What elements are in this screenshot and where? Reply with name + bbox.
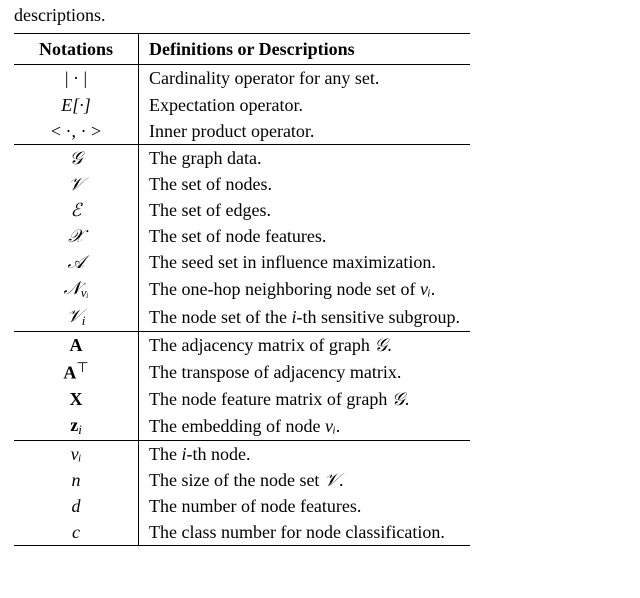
table-row: E[·] Expectation operator. <box>14 92 470 118</box>
table-row: 𝒜 The seed set in influence maximization… <box>14 249 470 275</box>
notation-cell: < ·, · > <box>14 118 139 145</box>
definition-cell: The graph data. <box>139 144 470 171</box>
definition-cell: The seed set in influence maximization. <box>139 249 470 275</box>
table-row: 𝒩vᵢ The one-hop neighboring node set of … <box>14 275 470 303</box>
definition-cell: The transpose of adjacency matrix. <box>139 358 470 385</box>
definition-text: The one-hop neighboring node set of <box>149 279 420 299</box>
table-row: 𝒱i The node set of the i-th sensitive su… <box>14 303 470 332</box>
definition-cell: The size of the node set 𝒱. <box>139 467 470 493</box>
definition-cell: The i-th node. <box>139 440 470 467</box>
table-row: c The class number for node classificati… <box>14 519 470 546</box>
table-row: A The adjacency matrix of graph 𝒢. <box>14 332 470 359</box>
inline-math: vᵢ <box>420 279 431 299</box>
definition-text: The embedding of node <box>149 416 325 436</box>
notation-cell: vᵢ <box>14 440 139 467</box>
definition-text: The adjacency matrix of graph <box>149 335 374 355</box>
notation-math: n <box>72 470 81 490</box>
notation-cell: 𝒜 <box>14 249 139 275</box>
definition-text: The node set of the <box>149 307 291 327</box>
notation-cell: zi <box>14 412 139 441</box>
table-row: 𝒳 The set of node features. <box>14 223 470 249</box>
notation-cell: ℰ <box>14 197 139 223</box>
notation-cell: E[·] <box>14 92 139 118</box>
inline-math: 𝒢 <box>392 389 405 409</box>
notation-cell: 𝒩vᵢ <box>14 275 139 303</box>
definition-text: . <box>336 416 341 436</box>
inline-math: vᵢ <box>325 416 336 436</box>
definition-text: . <box>431 279 436 299</box>
notation-cell: A⊤ <box>14 358 139 385</box>
table-row: X The node feature matrix of graph 𝒢. <box>14 386 470 412</box>
table-row: A⊤ The transpose of adjacency matrix. <box>14 358 470 385</box>
inline-math: 𝒢 <box>374 335 387 355</box>
notation-cell: 𝒱i <box>14 303 139 332</box>
notation-math: A <box>70 335 83 355</box>
notation-math: 𝒳 <box>68 226 83 246</box>
table-row: 𝒱 The set of nodes. <box>14 171 470 197</box>
table-header-row: Notations Definitions or Descriptions <box>14 34 470 65</box>
notation-subscript: i <box>82 313 86 328</box>
notation-cell: c <box>14 519 139 546</box>
notation-math: 𝒢 <box>70 148 83 168</box>
definition-text: -th node. <box>187 444 251 464</box>
table-row: d The number of node features. <box>14 493 470 519</box>
table-row: ℰ The set of edges. <box>14 197 470 223</box>
notation-math: 𝒱 <box>69 174 84 194</box>
definition-cell: The embedding of node vᵢ. <box>139 412 470 441</box>
definition-text: -th sensitive subgroup. <box>296 307 460 327</box>
definition-cell: The set of node features. <box>139 223 470 249</box>
definition-cell: The set of edges. <box>139 197 470 223</box>
definition-text: The size of the node set <box>149 470 324 490</box>
definition-text: . <box>339 470 344 490</box>
notation-math: vᵢ <box>71 444 82 464</box>
notation-cell: X <box>14 386 139 412</box>
notation-math: X <box>70 389 83 409</box>
table-row: | · | Cardinality operator for any set. <box>14 65 470 92</box>
definition-cell: The class number for node classification… <box>139 519 470 546</box>
inline-math: 𝒱 <box>324 470 339 490</box>
notation-cell: 𝒢 <box>14 144 139 171</box>
definition-cell: The node set of the i-th sensitive subgr… <box>139 303 470 332</box>
notation-math: A <box>63 363 76 383</box>
table-row: vᵢ The i-th node. <box>14 440 470 467</box>
definition-text: The <box>149 444 181 464</box>
notation-superscript: ⊤ <box>76 360 88 376</box>
definition-cell: Expectation operator. <box>139 92 470 118</box>
col-header-definitions: Definitions or Descriptions <box>139 34 470 65</box>
table-row: zi The embedding of node vᵢ. <box>14 412 470 441</box>
notation-cell: 𝒱 <box>14 171 139 197</box>
definition-text: . <box>405 389 410 409</box>
table-caption: descriptions. <box>14 4 626 27</box>
notation-math: c <box>72 522 80 542</box>
table-row: 𝒢 The graph data. <box>14 144 470 171</box>
notation-subscript: vᵢ <box>81 285 89 300</box>
definition-cell: Inner product operator. <box>139 118 470 145</box>
definition-cell: The set of nodes. <box>139 171 470 197</box>
notation-cell: | · | <box>14 65 139 92</box>
page-root: descriptions. Notations Definitions or D… <box>0 0 640 560</box>
notation-math: E[·] <box>61 95 91 115</box>
definition-text: . <box>387 335 392 355</box>
definition-cell: The node feature matrix of graph 𝒢. <box>139 386 470 412</box>
notation-subscript: i <box>78 422 82 437</box>
notation-math: ℰ <box>71 200 82 220</box>
notation-math: z <box>70 415 78 435</box>
notation-math: 𝒜 <box>67 252 84 272</box>
col-header-notations: Notations <box>14 34 139 65</box>
table-row: < ·, · > Inner product operator. <box>14 118 470 145</box>
definition-cell: The adjacency matrix of graph 𝒢. <box>139 332 470 359</box>
definition-cell: Cardinality operator for any set. <box>139 65 470 92</box>
notation-cell: 𝒳 <box>14 223 139 249</box>
definition-text: The node feature matrix of graph <box>149 389 392 409</box>
notation-cell: A <box>14 332 139 359</box>
notation-table: Notations Definitions or Descriptions | … <box>14 33 470 546</box>
notation-cell: n <box>14 467 139 493</box>
definition-cell: The one-hop neighboring node set of vᵢ. <box>139 275 470 303</box>
notation-math: d <box>72 496 81 516</box>
definition-cell: The number of node features. <box>139 493 470 519</box>
table-row: n The size of the node set 𝒱. <box>14 467 470 493</box>
notation-math: 𝒱 <box>67 306 82 326</box>
notation-cell: d <box>14 493 139 519</box>
notation-math: 𝒩 <box>63 278 80 298</box>
